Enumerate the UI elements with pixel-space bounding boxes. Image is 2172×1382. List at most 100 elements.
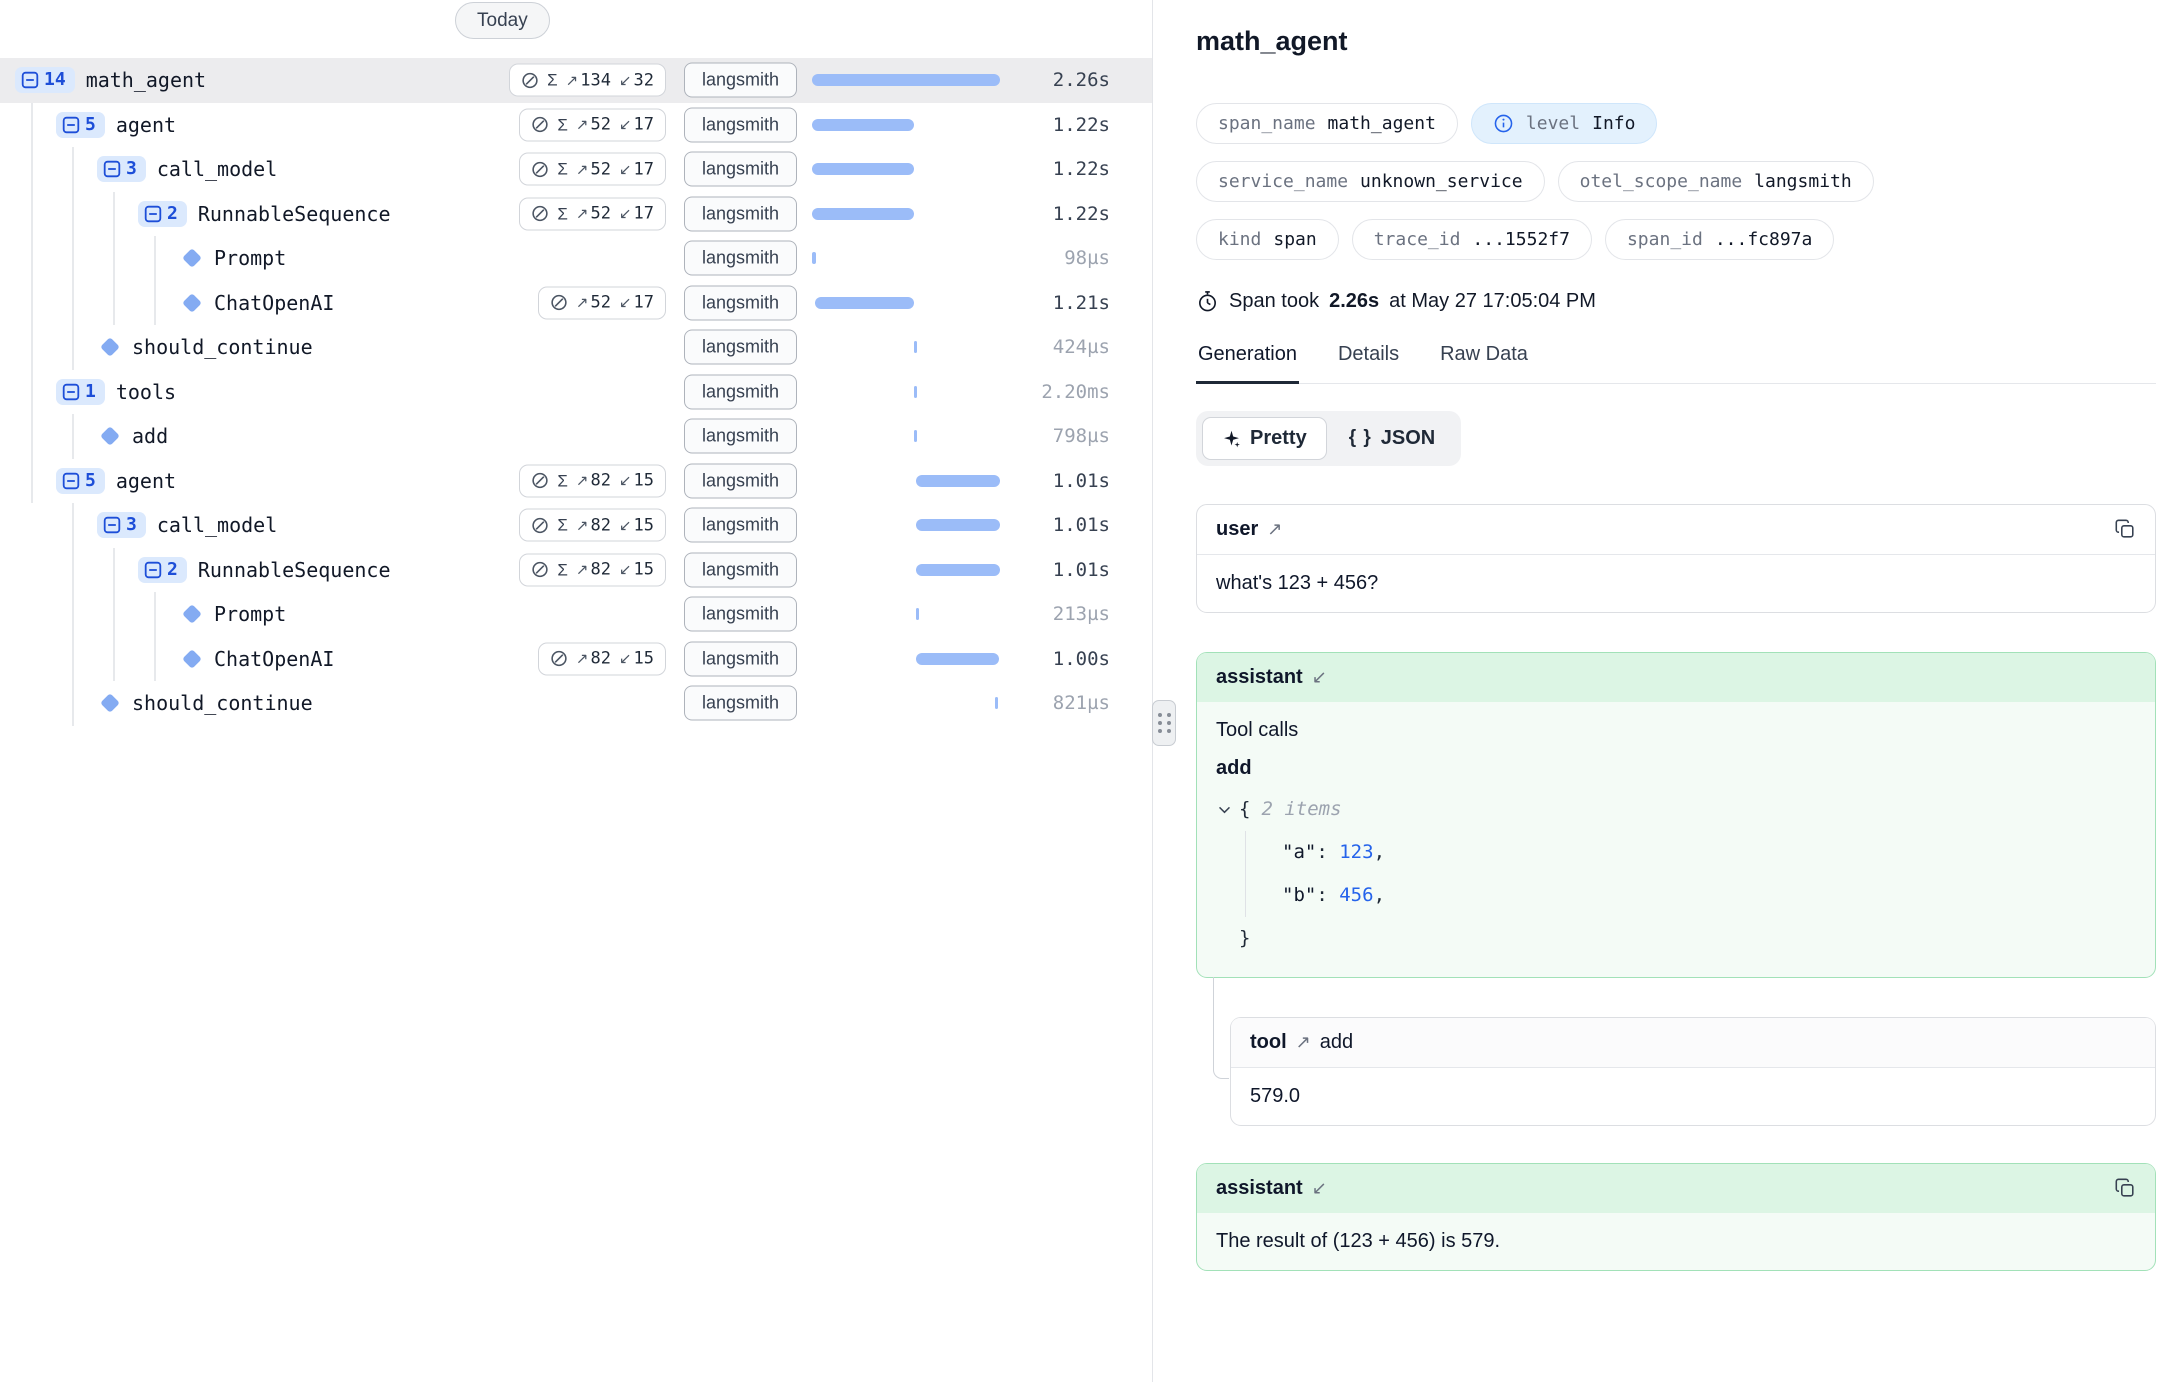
chip-key: level (1526, 113, 1580, 134)
minus-square-icon (103, 516, 121, 534)
span-label: Prompt (214, 246, 286, 270)
vendor-tag: langsmith (684, 419, 797, 454)
input-arrow-icon: ↗ (576, 205, 589, 223)
copy-icon[interactable] (2114, 1177, 2136, 1199)
vendor-tag: langsmith (684, 686, 797, 721)
view-mode-toggle: Pretty { } JSON (1196, 411, 1461, 466)
trace-tree-panel: Today 14math_agentΣ↗134↙32langsmith2.26s… (0, 0, 1153, 1382)
collapse-toggle[interactable]: 2 (138, 557, 187, 583)
tab-generation[interactable]: Generation (1196, 343, 1299, 384)
json-view-button[interactable]: { } JSON (1329, 417, 1456, 460)
sigma-icon: Σ (557, 161, 568, 178)
copy-icon[interactable] (2114, 518, 2136, 540)
child-count: 5 (85, 472, 96, 490)
info-icon (1493, 113, 1514, 134)
trace-row-agent[interactable]: 5agentΣ↗52↙17langsmith1.22s (0, 103, 1152, 148)
timing-bar-region (812, 519, 1000, 531)
message-thread: user ↗ what's 123 + 456? assistant ↙ Too… (1196, 504, 2156, 1271)
took-suffix: at May 27 17:05:04 PM (1389, 290, 1596, 313)
json-entries: "a": 123, "b": 456, (1245, 831, 2136, 917)
trace-row-call_model[interactable]: 3call_modelΣ↗52↙17langsmith1.22s (0, 147, 1152, 192)
minus-square-icon (103, 160, 121, 178)
child-count: 3 (126, 516, 137, 534)
trace-row-call_model[interactable]: 3call_modelΣ↗82↙15langsmith1.01s (0, 503, 1152, 548)
assistant-message-header: assistant ↙ (1197, 653, 2155, 702)
trace-row-add[interactable]: addlangsmith798µs (0, 414, 1152, 459)
trace-row-RunnableSequence[interactable]: 2RunnableSequenceΣ↗52↙17langsmith1.22s (0, 192, 1152, 237)
collapse-toggle[interactable]: 1 (56, 379, 105, 405)
sigma-icon: Σ (547, 72, 558, 89)
duration: 2.20ms (1002, 381, 1110, 403)
assistant-message-content: The result of (123 + 456) is 579. (1197, 1213, 2155, 1270)
trace-row-tools[interactable]: 1toolslangsmith2.20ms (0, 370, 1152, 415)
timing-bar (812, 163, 914, 175)
output-tokens: 17 (634, 204, 654, 224)
panel-resize-handle[interactable] (1152, 700, 1176, 746)
tab-details[interactable]: Details (1336, 343, 1401, 383)
collapse-toggle[interactable]: 3 (97, 512, 146, 538)
trace-row-ChatOpenAI[interactable]: ChatOpenAI↗52↙17langsmith1.21s (0, 281, 1152, 326)
trace-row-ChatOpenAI[interactable]: ChatOpenAI↗82↙15langsmith1.00s (0, 637, 1152, 682)
span-label: add (132, 424, 168, 448)
token-metrics-chip: Σ↗82↙15 (519, 553, 666, 586)
span-label: call_model (157, 513, 277, 537)
input-arrow-icon: ↗ (576, 650, 589, 668)
collapse-toggle[interactable]: 2 (138, 201, 187, 227)
minus-square-icon (144, 205, 162, 223)
timing-bar-region (812, 475, 1000, 487)
timing-bar (916, 653, 999, 665)
trace-row-Prompt[interactable]: Promptlangsmith98µs (0, 236, 1152, 281)
output-tokens: 15 (634, 515, 654, 535)
timing-bar (815, 297, 915, 309)
output-arrow-icon: ↙ (619, 160, 632, 178)
trace-row-math_agent[interactable]: 14math_agentΣ↗134↙32langsmith2.26s (0, 58, 1152, 103)
input-tokens: 52 (590, 204, 610, 224)
collapse-toggle[interactable]: 5 (56, 112, 105, 138)
chevron-down-icon[interactable] (1216, 801, 1233, 818)
tool-result-wrapper: tool ↗ add 579.0 (1230, 1017, 2156, 1126)
chip-value: ...fc897a (1715, 229, 1813, 250)
tokens-icon (531, 205, 549, 223)
today-filter-button[interactable]: Today (455, 2, 550, 39)
chip-level: level Info (1471, 103, 1658, 144)
collapse-toggle[interactable]: 14 (15, 67, 75, 93)
collapse-toggle[interactable]: 3 (97, 156, 146, 182)
trace-row-agent[interactable]: 5agentΣ↗82↙15langsmith1.01s (0, 459, 1152, 504)
output-tokens: 15 (634, 471, 654, 491)
output-arrow-icon: ↙ (619, 205, 632, 223)
trace-row-should_continue[interactable]: should_continuelangsmith424µs (0, 325, 1152, 370)
output-tokens: 17 (634, 115, 654, 135)
chip-row-3: kind span trace_id ...1552f7 span_id ...… (1196, 219, 2156, 260)
tokens-icon (531, 516, 549, 534)
outgoing-arrow-icon: ↗ (1296, 1032, 1311, 1053)
duration: 424µs (1002, 336, 1110, 358)
vendor-tag: langsmith (684, 641, 797, 676)
tokens-icon (531, 160, 549, 178)
collapse-toggle[interactable]: 5 (56, 468, 105, 494)
chip-key: kind (1218, 229, 1261, 250)
trace-row-Prompt[interactable]: Promptlangsmith213µs (0, 592, 1152, 637)
pretty-view-button[interactable]: Pretty (1202, 417, 1327, 460)
tab-raw-data[interactable]: Raw Data (1438, 343, 1530, 383)
minus-square-icon (62, 472, 80, 490)
trace-row-RunnableSequence[interactable]: 2RunnableSequenceΣ↗82↙15langsmith1.01s (0, 548, 1152, 593)
chip-otel-scope-name: otel_scope_name langsmith (1558, 161, 1874, 202)
leaf-diamond-icon (100, 426, 120, 446)
trace-row-should_continue[interactable]: should_continuelangsmith821µs (0, 681, 1152, 726)
duration: 1.01s (1002, 514, 1110, 536)
span-label: ChatOpenAI (214, 291, 334, 315)
output-arrow-icon: ↙ (619, 650, 632, 668)
timing-bar-region (812, 163, 1000, 175)
took-duration: 2.26s (1329, 290, 1379, 313)
chip-key: span_id (1627, 229, 1703, 250)
minus-square-icon (21, 71, 39, 89)
output-arrow-icon: ↙ (619, 71, 632, 89)
input-tokens: 82 (590, 515, 610, 535)
output-tokens: 32 (634, 70, 654, 90)
role-label: assistant (1216, 1177, 1303, 1200)
duration: 1.00s (1002, 648, 1110, 670)
timing-bar (812, 119, 914, 131)
chip-value: math_agent (1328, 113, 1436, 134)
chip-row-1: span_name math_agent level Info (1196, 103, 2156, 144)
timing-bar (812, 74, 1000, 86)
